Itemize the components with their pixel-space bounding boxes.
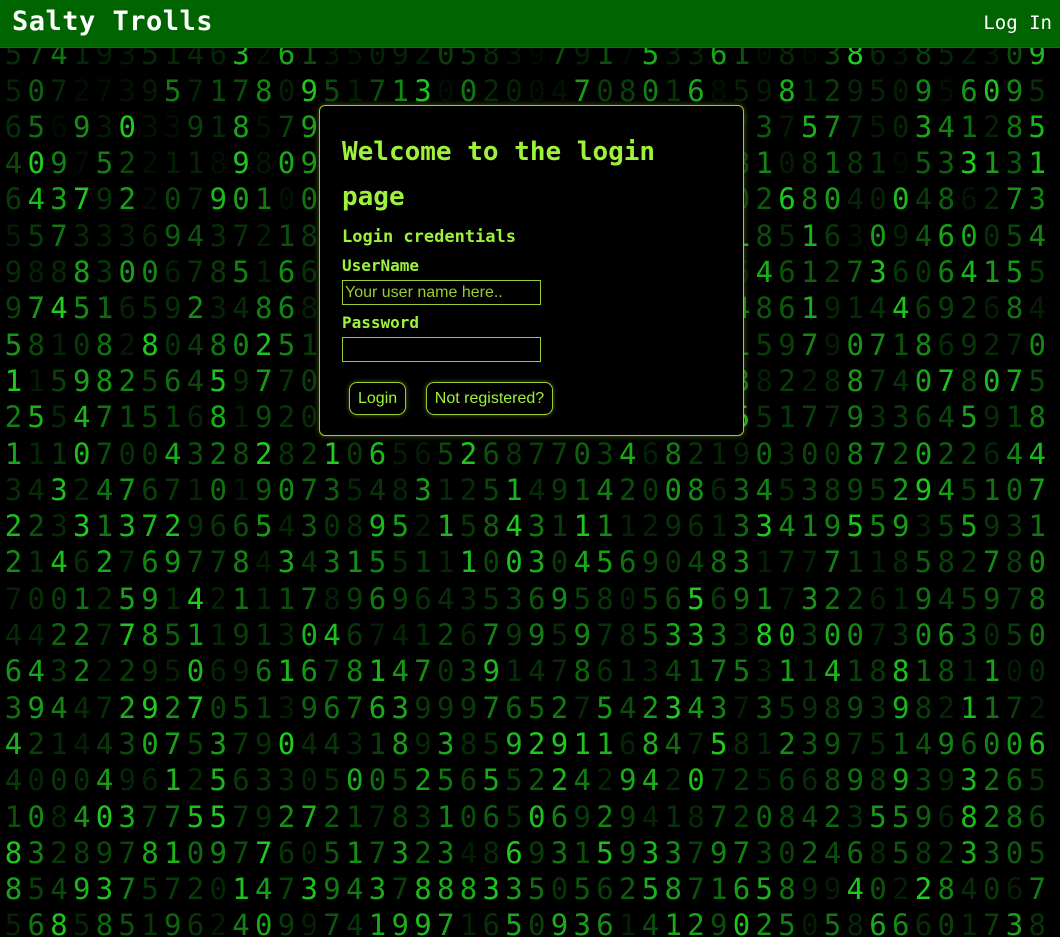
matrix-column: 09735933188774122727440938 — [95, 1, 114, 937]
brand-title[interactable]: Salty Trolls — [12, 6, 213, 37]
credentials-heading: Login credentials — [342, 227, 516, 247]
matrix-column: 85932260585506769899067851 — [141, 1, 159, 937]
username-label: UserName — [342, 256, 420, 275]
matrix-column: 53021201620961979011022307 — [983, 1, 1001, 937]
matrix-column: 15543866967424584682996280 — [937, 1, 955, 937]
matrix-column: 16551003477375516783585806 — [869, 1, 887, 937]
login-panel: Welcome to the login page Login credenti… — [319, 105, 744, 436]
page-title: Welcome to the login page — [342, 137, 656, 212]
matrix-column: 81297738509402361224404895 — [73, 1, 91, 937]
matrix-column: 56070016657280431313032679 — [277, 1, 296, 937]
matrix-column: 01531096906147291552717179 — [164, 1, 182, 937]
matrix-column: 44769378415513340234108248 — [50, 1, 68, 937]
login-button[interactable]: Login — [349, 382, 407, 415]
top-navbar: Salty Trolls Log In — [0, 0, 1060, 48]
matrix-column: 27050458781514210449200356 — [27, 1, 45, 937]
form-buttons: Login Not registered? — [349, 382, 721, 415]
matrix-column: 06118938385820672160355902 — [209, 1, 227, 937]
matrix-column: 55564659951213227463441885 — [4, 1, 23, 937]
matrix-column: 28870656692135477015268085 — [778, 1, 796, 937]
matrix-column: 01999086810027347069407039 — [300, 1, 318, 937]
matrix-column: 76158811172703173319364290 — [801, 1, 819, 937]
matrix-column: 38935440680609359018439826 — [914, 1, 933, 937]
username-input[interactable] — [342, 280, 541, 305]
matrix-column: 93009096414322981389195526 — [892, 1, 910, 937]
not-registered-button[interactable]: Not registered? — [425, 382, 554, 415]
matrix-column: 73271062998708972048982495 — [823, 1, 842, 937]
matrix-column: 73789075409181681995767714 — [232, 1, 250, 937]
password-input[interactable] — [342, 337, 541, 362]
matrix-column: 38978437108989512019793648 — [846, 1, 864, 937]
password-label: Password — [342, 313, 420, 332]
matrix-column: 80983755877140387507068063 — [1005, 1, 1024, 937]
matrix-column: 99551345405847108002656578 — [1028, 1, 1046, 937]
matrix-column: 22613604298525525311638341 — [960, 1, 978, 937]
matrix-column: 50931284858504311833150352 — [755, 1, 773, 937]
login-nav-link[interactable]: Log In — [983, 12, 1052, 34]
matrix-column: 13302230622107375722393775 — [118, 1, 136, 937]
matrix-column: 64791747244631974107525026 — [186, 1, 205, 937]
matrix-column: 52858121827929541161939740 — [255, 1, 273, 937]
